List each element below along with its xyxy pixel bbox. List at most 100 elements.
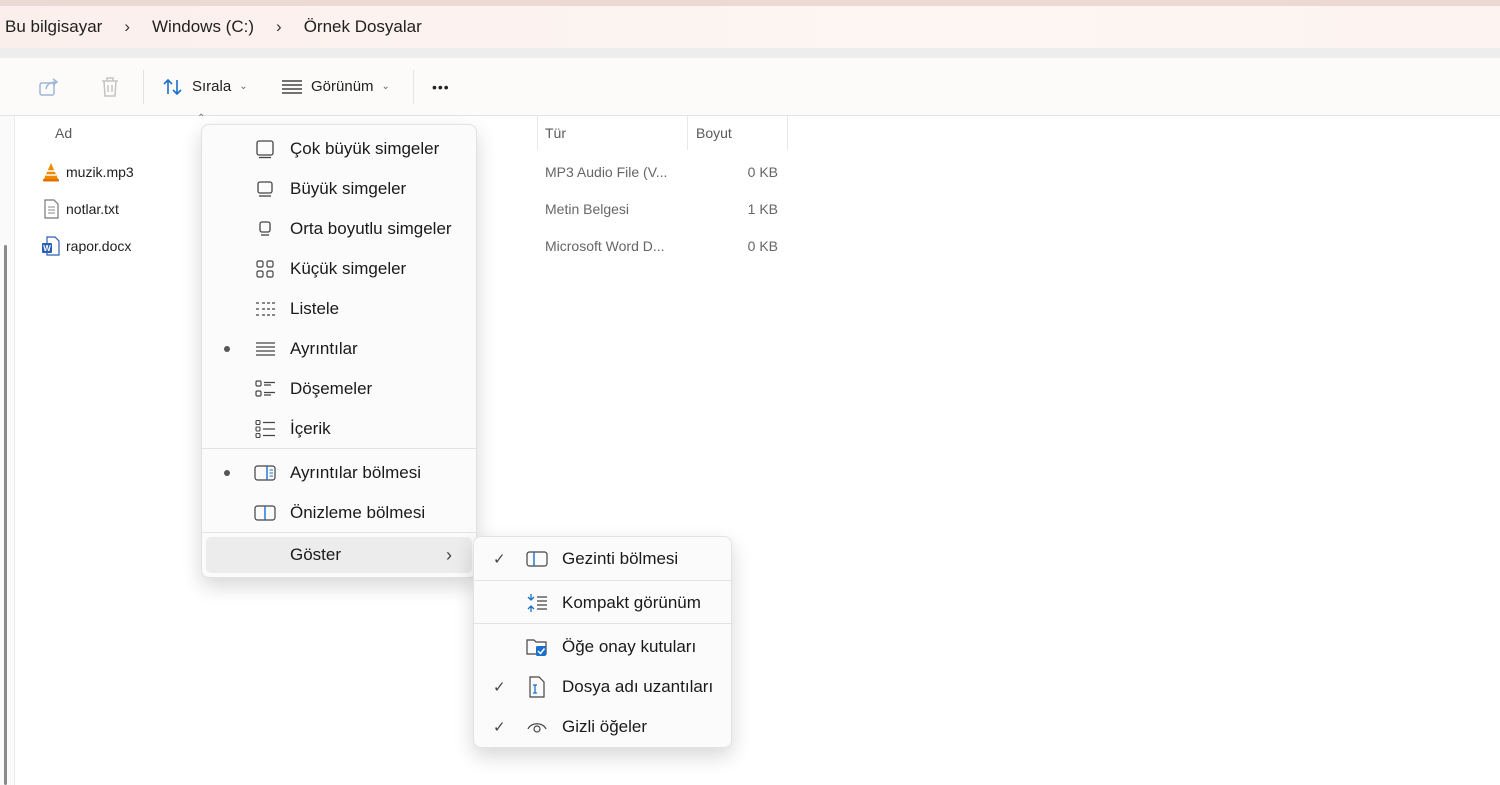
menu-item-label: İçerik [290, 419, 331, 438]
menu-item-extra-large-icons[interactable]: Çok büyük simgeler [206, 129, 472, 169]
menu-item-show[interactable]: Göster › [206, 537, 472, 573]
breadcrumb-separator-icon[interactable]: › [276, 17, 282, 37]
file-name: rapor.docx [66, 238, 132, 254]
menu-item-label: Ayrıntılar bölmesi [290, 463, 422, 482]
show-submenu: ✓ Gezinti bölmesi Kompakt görünüm Öğe on… [473, 536, 732, 748]
file-size: 0 KB [747, 238, 778, 254]
menu-item-label: Önizleme bölmesi [290, 503, 426, 522]
menu-item-small-icons[interactable]: Küçük simgeler [206, 249, 472, 289]
menu-item-medium-icons[interactable]: Orta boyutlu simgeler [206, 209, 472, 249]
details-view-icon [282, 79, 302, 94]
vlc-icon [43, 163, 59, 182]
column-header-size[interactable]: Boyut [696, 116, 732, 150]
menu-item-label: Gezinti bölmesi [562, 549, 679, 568]
menu-separator [202, 532, 476, 533]
menu-item-large-icons[interactable]: Büyük simgeler [206, 169, 472, 209]
menu-item-item-checkboxes[interactable]: Öğe onay kutuları [478, 627, 727, 667]
toolbar-divider [413, 70, 414, 104]
chevron-down-icon: ⌄ [381, 81, 390, 92]
menu-item-label: Gizli öğeler [562, 717, 648, 736]
menu-item-label: Orta boyutlu simgeler [290, 219, 452, 238]
menu-item-preview-pane[interactable]: Önizleme bölmesi [206, 493, 472, 533]
menu-separator [474, 623, 731, 624]
trash-icon [102, 76, 118, 97]
view-button[interactable]: Görünüm ⌄ [281, 58, 390, 115]
delete-button[interactable] [100, 58, 122, 115]
column-header-type[interactable]: Tür [545, 116, 566, 150]
menu-item-tiles[interactable]: Döşemeler [206, 369, 472, 409]
share-icon [39, 77, 59, 96]
extra-large-icons-icon [254, 138, 276, 160]
large-icons-icon [254, 178, 276, 200]
file-size: 1 KB [747, 201, 778, 217]
sort-label: Sırala [192, 78, 232, 95]
sort-ascending-icon: ⌃ [197, 113, 206, 124]
file-name: muzik.mp3 [66, 164, 134, 180]
breadcrumb: Bu bilgisayar › Windows (C:) › Örnek Dos… [0, 6, 1500, 48]
more-options-button[interactable]: ••• [432, 58, 450, 115]
chevron-right-icon: › [446, 544, 452, 565]
column-header-name[interactable]: Ad [55, 116, 72, 150]
small-icons-icon [254, 258, 276, 280]
menu-item-label: Büyük simgeler [290, 179, 407, 198]
view-label: Görünüm [311, 78, 374, 95]
file-size: 0 KB [747, 164, 778, 180]
file-type: Microsoft Word D... [545, 238, 665, 254]
sort-icon [163, 78, 182, 95]
menu-item-label: Döşemeler [290, 379, 373, 398]
navigation-pane-icon [526, 548, 548, 570]
svg-text:W: W [43, 244, 51, 253]
command-bar: Sırala ⌄ Görünüm ⌄ ••• [0, 58, 1500, 116]
menu-item-details[interactable]: Ayrıntılar [206, 329, 472, 369]
menu-item-label: Göster [290, 545, 342, 564]
toolbar-gap [0, 48, 1500, 58]
menu-item-file-extensions[interactable]: ✓ Dosya adı uzantıları [478, 667, 727, 707]
toolbar-divider [143, 70, 144, 104]
text-file-icon [44, 199, 59, 219]
compact-view-icon [526, 592, 548, 614]
file-name: notlar.txt [66, 201, 119, 217]
menu-separator [474, 580, 731, 581]
share-button[interactable] [38, 58, 62, 115]
details-view-icon [254, 338, 276, 360]
menu-item-navigation-pane[interactable]: ✓ Gezinti bölmesi [478, 539, 727, 579]
breadcrumb-item-folder[interactable]: Örnek Dosyalar [304, 17, 422, 37]
menu-item-label: Küçük simgeler [290, 259, 407, 278]
menu-item-hidden-items[interactable]: ✓ Gizli öğeler [478, 707, 727, 747]
tiles-view-icon [254, 378, 276, 400]
medium-icons-icon [254, 218, 276, 240]
file-type: MP3 Audio File (V... [545, 164, 668, 180]
menu-item-label: Listele [290, 299, 340, 318]
list-view-icon [254, 298, 276, 320]
navigation-scrollbar[interactable] [4, 245, 7, 785]
column-divider[interactable] [687, 116, 688, 150]
check-icon: ✓ [493, 551, 506, 568]
breadcrumb-separator-icon[interactable]: › [124, 17, 130, 37]
menu-item-label: Çok büyük simgeler [290, 139, 440, 158]
selected-bullet-icon [224, 470, 230, 476]
sort-button[interactable]: Sırala ⌄ [162, 58, 248, 115]
menu-item-content[interactable]: İçerik [206, 409, 472, 449]
menu-item-label: Öğe onay kutuları [562, 637, 697, 656]
breadcrumb-item-drive[interactable]: Windows (C:) [152, 17, 254, 37]
menu-item-label: Ayrıntılar [290, 339, 358, 358]
eye-icon [526, 716, 548, 738]
view-menu: Çok büyük simgeler Büyük simgeler Orta b… [201, 124, 477, 578]
preview-pane-icon [254, 502, 276, 524]
check-icon: ✓ [493, 719, 506, 736]
menu-item-list[interactable]: Listele [206, 289, 472, 329]
menu-item-details-pane[interactable]: Ayrıntılar bölmesi [206, 453, 472, 493]
selected-bullet-icon [224, 346, 230, 352]
column-divider[interactable] [787, 116, 788, 150]
details-pane-icon [254, 462, 276, 484]
menu-item-label: Dosya adı uzantıları [562, 677, 714, 696]
menu-item-compact-view[interactable]: Kompakt görünüm [478, 583, 727, 623]
check-icon: ✓ [493, 679, 506, 696]
content-view-icon [254, 418, 276, 440]
menu-item-label: Kompakt görünüm [562, 593, 701, 612]
column-divider[interactable] [537, 116, 538, 150]
breadcrumb-item-this-pc[interactable]: Bu bilgisayar [5, 17, 102, 37]
file-type: Metin Belgesi [545, 201, 630, 217]
file-extension-icon [526, 676, 548, 698]
navigation-pane [0, 116, 14, 785]
